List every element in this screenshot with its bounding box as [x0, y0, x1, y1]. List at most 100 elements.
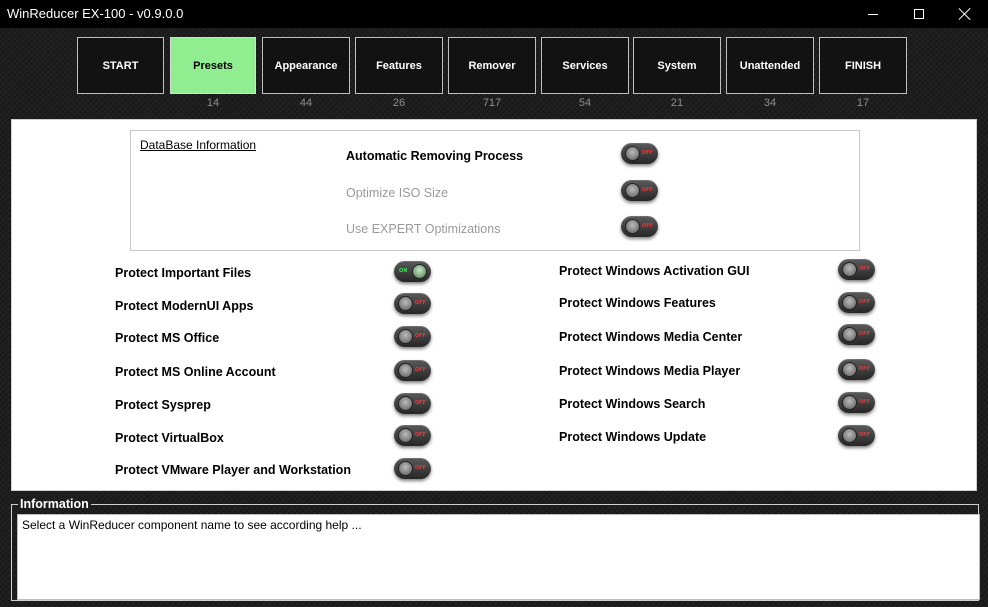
toggle-knob — [625, 183, 640, 198]
nav-count: 21 — [670, 97, 684, 109]
protect-modernui-apps-toggle[interactable]: OFF — [394, 293, 431, 314]
minimize-icon — [868, 13, 878, 15]
toggle-state: OFF — [414, 400, 426, 406]
toggle-knob — [842, 327, 857, 342]
maximize-button[interactable] — [896, 0, 942, 28]
protect-windows-features-label: Protect Windows Features — [559, 296, 716, 310]
nav-label: START — [102, 59, 139, 72]
toggle-state: OFF — [641, 223, 653, 229]
protect-ms-online-account-toggle[interactable]: OFF — [394, 360, 431, 381]
toggle-state: OFF — [414, 432, 426, 438]
toggle-state: OFF — [858, 432, 870, 438]
nav-count: 54 — [578, 97, 592, 109]
protect-ms-office-label: Protect MS Office — [115, 331, 220, 345]
toggle-knob — [398, 363, 413, 378]
toggle-knob — [625, 219, 640, 234]
nav-finish-button[interactable]: FINISH — [819, 37, 907, 94]
expert-optimizations-label: Use EXPERT Optimizations — [346, 222, 501, 236]
optimize-iso-toggle[interactable]: OFF — [621, 180, 658, 201]
protect-ms-office-toggle[interactable]: OFF — [394, 326, 431, 347]
protect-vmware-toggle[interactable]: OFF — [394, 458, 431, 479]
protect-windows-media-center-toggle[interactable]: OFF — [838, 324, 875, 345]
protect-modernui-apps-label: Protect ModernUI Apps — [115, 299, 254, 313]
nav-unattended-button[interactable]: Unattended — [726, 37, 814, 94]
automatic-removing-label: Automatic Removing Process — [346, 149, 524, 163]
protect-vmware-label: Protect VMware Player and Workstation — [115, 463, 351, 477]
window-title: WinReducer EX-100 - v0.9.0.0 — [7, 6, 184, 21]
nav-label: FINISH — [844, 59, 882, 72]
toggle-state: OFF — [858, 266, 870, 272]
nav-label: System — [657, 59, 697, 72]
protect-windows-features-toggle[interactable]: OFF — [838, 292, 875, 313]
automatic-removing-toggle[interactable]: OFF — [621, 143, 658, 164]
nav-count: 14 — [206, 97, 220, 109]
toggle-state: OFF — [858, 299, 870, 305]
protect-windows-activation-label: Protect Windows Activation GUI — [559, 264, 750, 278]
toggle-state: OFF — [858, 331, 870, 337]
information-group: Information Select a WinReducer componen… — [11, 497, 980, 601]
nav-count: 26 — [392, 97, 406, 109]
nav-system-button[interactable]: System — [633, 37, 721, 94]
protect-ms-online-account-label: Protect MS Online Account — [115, 365, 276, 379]
nav-label: Features — [376, 59, 422, 72]
nav-count: 44 — [299, 97, 313, 109]
nav-label: Unattended — [739, 59, 801, 72]
nav-remover-button[interactable]: Remover — [448, 37, 536, 94]
protect-virtualbox-toggle[interactable]: OFF — [394, 425, 431, 446]
protect-windows-update-label: Protect Windows Update — [559, 430, 707, 444]
toggle-state: OFF — [414, 367, 426, 373]
close-button[interactable] — [942, 0, 988, 28]
protect-virtualbox-label: Protect VirtualBox — [115, 431, 224, 445]
nav-count: 717 — [482, 97, 502, 109]
presets-panel: DataBase Information Automatic Removing … — [11, 119, 977, 491]
title-bar: WinReducer EX-100 - v0.9.0.0 — [0, 0, 988, 28]
protect-windows-update-toggle[interactable]: OFF — [838, 425, 875, 446]
toggle-state: OFF — [641, 187, 653, 193]
toggle-knob — [412, 264, 427, 279]
nav-start-button[interactable]: START — [77, 37, 164, 94]
toggle-knob — [398, 296, 413, 311]
toggle-state: OFF — [414, 465, 426, 471]
toggle-state: OFF — [858, 399, 870, 405]
toggle-knob — [842, 362, 857, 377]
protect-windows-media-player-toggle[interactable]: OFF — [838, 359, 875, 380]
toggle-knob — [398, 461, 413, 476]
toggle-state: OFF — [414, 300, 426, 306]
nav-label: Services — [562, 59, 608, 72]
protect-important-files-label: Protect Important Files — [115, 266, 252, 280]
minimize-button[interactable] — [850, 0, 896, 28]
protect-sysprep-toggle[interactable]: OFF — [394, 393, 431, 414]
close-icon — [959, 8, 971, 20]
toggle-knob — [398, 329, 413, 344]
nav-label: Presets — [193, 59, 233, 72]
toggle-knob — [842, 395, 857, 410]
information-title: Information — [18, 497, 91, 511]
protect-sysprep-label: Protect Sysprep — [115, 398, 211, 412]
toggle-state: OFF — [414, 333, 426, 339]
nav-count: 17 — [856, 97, 870, 109]
nav-presets-button[interactable]: Presets — [170, 37, 256, 94]
toggle-state: ON — [399, 268, 408, 274]
protect-important-files-toggle[interactable]: ON — [394, 261, 431, 282]
toggle-state: OFF — [641, 150, 653, 156]
expert-optimizations-toggle[interactable]: OFF — [621, 216, 658, 237]
toggle-state: OFF — [858, 366, 870, 372]
nav-label: Remover — [468, 59, 516, 72]
toggle-knob — [842, 428, 857, 443]
nav-label: Appearance — [274, 59, 338, 72]
nav-appearance-button[interactable]: Appearance — [262, 37, 350, 94]
toggle-knob — [398, 396, 413, 411]
maximize-icon — [914, 9, 924, 19]
protect-windows-search-toggle[interactable]: OFF — [838, 392, 875, 413]
protect-windows-media-center-label: Protect Windows Media Center — [559, 330, 743, 344]
information-textbox[interactable]: Select a WinReducer component name to se… — [17, 514, 980, 600]
toggle-knob — [842, 295, 857, 310]
information-text: Select a WinReducer component name to se… — [22, 518, 362, 532]
database-information-link[interactable]: DataBase Information — [140, 138, 256, 152]
nav-services-button[interactable]: Services — [541, 37, 629, 94]
nav-features-button[interactable]: Features — [355, 37, 443, 94]
database-group: DataBase Information Automatic Removing … — [130, 130, 860, 251]
nav-count: 34 — [763, 97, 777, 109]
protect-windows-activation-toggle[interactable]: OFF — [838, 259, 875, 280]
protect-windows-media-player-label: Protect Windows Media Player — [559, 364, 741, 378]
